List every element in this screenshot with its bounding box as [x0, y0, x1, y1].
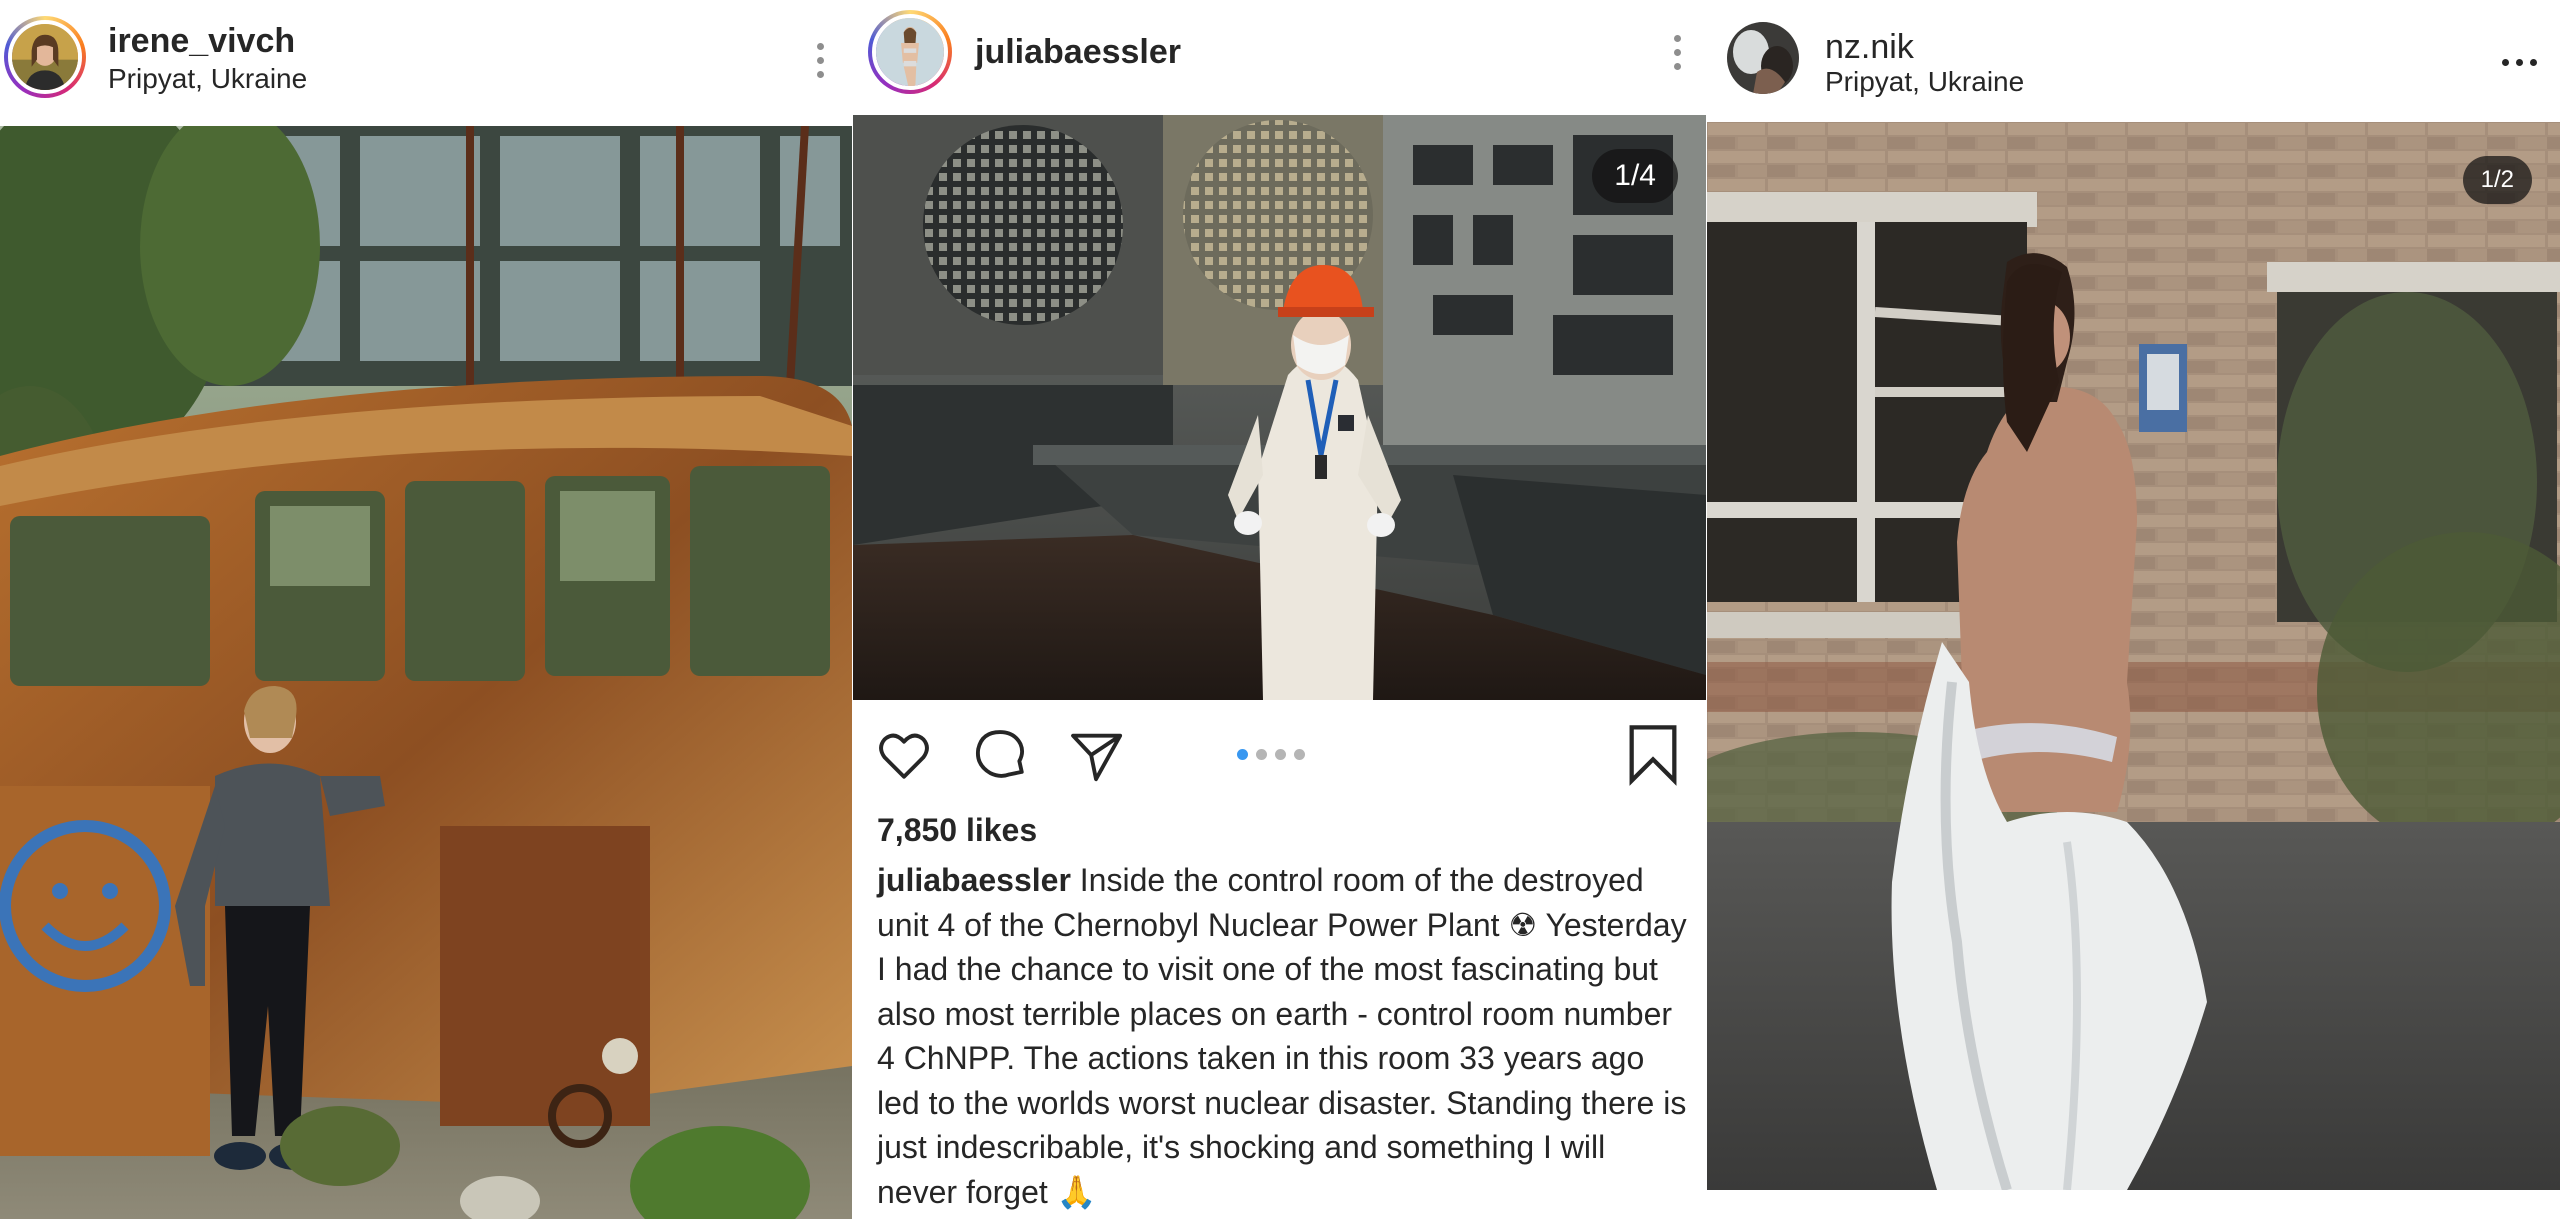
post-header: irene_vivch Pripyat, Ukraine — [0, 0, 852, 125]
post-photo[interactable]: 1/4 — [853, 115, 1706, 700]
media-counter: 1/2 — [2462, 156, 2532, 204]
post-username[interactable]: irene_vivch — [108, 22, 295, 61]
more-vertical-icon[interactable] — [1657, 22, 1697, 82]
media-counter: 1/4 — [1592, 149, 1678, 203]
avatar[interactable] — [1727, 22, 1799, 94]
post-header: nz.nik Pripyat, Ukraine — [1707, 0, 2560, 122]
caption-text: Inside the control room of the destroyed… — [877, 862, 1687, 1210]
post-juliabaessler: juliabaessler 1/4 7,850 likes juliabaess… — [853, 0, 1706, 1219]
carousel-indicator — [1237, 749, 1305, 760]
post-username[interactable]: nz.nik — [1825, 28, 1914, 67]
avatar[interactable] — [4, 16, 86, 98]
avatar[interactable] — [868, 10, 952, 94]
control-room-photo — [853, 115, 1706, 700]
post-location[interactable]: Pripyat, Ukraine — [108, 63, 307, 95]
more-vertical-icon[interactable] — [800, 30, 840, 90]
more-horizontal-icon[interactable] — [2497, 32, 2541, 92]
carousel-dot — [1237, 749, 1248, 760]
post-header: juliabaessler — [853, 0, 1706, 115]
bus-photo — [0, 126, 852, 1219]
post-location[interactable]: Pripyat, Ukraine — [1825, 66, 2024, 98]
post-irene-vivch: irene_vivch Pripyat, Ukraine — [0, 0, 852, 1219]
carousel-dot — [1294, 749, 1305, 760]
caption-username[interactable]: juliabaessler — [877, 862, 1071, 898]
avatar-image — [12, 24, 78, 90]
carousel-dot — [1256, 749, 1267, 760]
bottom-strip — [1707, 1190, 2560, 1219]
bookmark-icon[interactable] — [1623, 722, 1683, 786]
post-nz-nik: nz.nik Pripyat, Ukraine 1/2 — [1707, 0, 2560, 1219]
post-username[interactable]: juliabaessler — [975, 33, 1181, 72]
comment-icon[interactable] — [971, 726, 1029, 784]
post-caption: juliabaessler Inside the control room of… — [877, 858, 1687, 1214]
heart-icon[interactable] — [875, 726, 933, 784]
post-collage: irene_vivch Pripyat, Ukraine juliabaessl… — [0, 0, 2560, 1219]
action-bar — [853, 700, 1706, 810]
brick-building-photo — [1707, 122, 2560, 1190]
likes-count[interactable]: 7,850 likes — [877, 812, 1037, 849]
post-photo[interactable]: 1/2 — [1707, 122, 2560, 1190]
carousel-dot — [1275, 749, 1286, 760]
post-photo[interactable] — [0, 126, 852, 1219]
avatar-image — [876, 18, 944, 86]
share-icon[interactable] — [1067, 726, 1125, 784]
avatar-image — [1727, 22, 1799, 94]
